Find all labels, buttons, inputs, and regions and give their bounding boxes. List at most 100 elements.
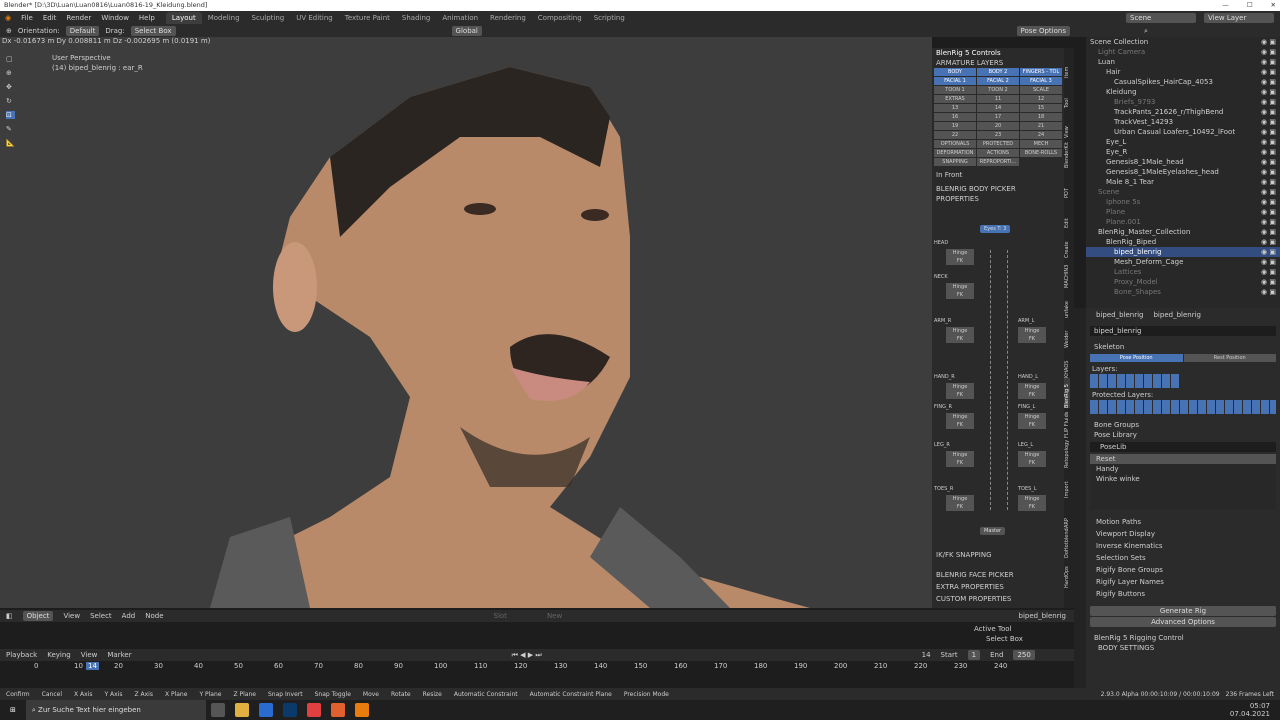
annotate-icon[interactable]: ✎ bbox=[6, 125, 15, 133]
picker-hinge-button[interactable]: Hinge bbox=[946, 283, 974, 291]
outliner-item[interactable]: Hair ◉ ▣ bbox=[1086, 67, 1280, 77]
workspace-tab-compositing[interactable]: Compositing bbox=[532, 12, 588, 24]
armature-layer-button[interactable]: ACTIONS bbox=[977, 149, 1019, 157]
visibility-eye-icon[interactable]: ◉ ▣ bbox=[1261, 58, 1280, 66]
outliner-item[interactable]: Bone_Shapes ◉ ▣ bbox=[1086, 287, 1280, 297]
picker-hinge-button[interactable]: Hinge bbox=[1018, 413, 1046, 421]
visibility-eye-icon[interactable]: ◉ ▣ bbox=[1261, 68, 1280, 76]
workspace-tab-texture-paint[interactable]: Texture Paint bbox=[339, 12, 396, 24]
armature-layer-button[interactable]: 15 bbox=[1020, 104, 1062, 112]
select-menu[interactable]: Select bbox=[90, 612, 112, 620]
armature-layer-button[interactable]: 16 bbox=[934, 113, 976, 121]
side-tab[interactable]: Import bbox=[1064, 468, 1070, 498]
picker-fk-button[interactable]: FK bbox=[1018, 503, 1046, 511]
bone-groups-section[interactable]: Bone Groups bbox=[1086, 420, 1280, 430]
visibility-eye-icon[interactable]: ◉ ▣ bbox=[1261, 118, 1280, 126]
playback-menu[interactable]: Playback bbox=[6, 651, 37, 659]
pose-position-button[interactable]: Pose Position bbox=[1090, 354, 1183, 362]
marker-menu[interactable]: Marker bbox=[107, 651, 131, 659]
picker-hinge-button[interactable]: Hinge bbox=[946, 413, 974, 421]
armature-layer-button[interactable]: 23 bbox=[977, 131, 1019, 139]
visibility-eye-icon[interactable]: ◉ ▣ bbox=[1261, 148, 1280, 156]
current-frame[interactable]: 14 bbox=[922, 651, 931, 659]
add-menu[interactable]: Add bbox=[122, 612, 136, 620]
outliner-item[interactable]: TrackVest_14293 ◉ ▣ bbox=[1086, 117, 1280, 127]
file-explorer-icon[interactable] bbox=[234, 703, 249, 717]
armature-layer-button[interactable]: 14 bbox=[977, 104, 1019, 112]
object-dropdown[interactable]: Object bbox=[22, 611, 54, 621]
body-settings-section[interactable]: BODY SETTINGS bbox=[1086, 643, 1280, 653]
pose-library-section[interactable]: Pose Library bbox=[1086, 430, 1280, 440]
armature-layer-button[interactable]: SCALE bbox=[1020, 86, 1062, 94]
armature-layer-button[interactable]: FINGERS - TOL bbox=[1020, 68, 1062, 76]
picker-hinge-button[interactable]: Hinge bbox=[946, 495, 974, 503]
body-picker[interactable]: HEAD Hinge FK NECK Hinge FK ARM_R Hinge FK ARM_L H… bbox=[932, 240, 1064, 550]
visibility-eye-icon[interactable]: ◉ ▣ bbox=[1261, 178, 1280, 186]
cursor-icon[interactable]: ⊕ bbox=[6, 69, 15, 77]
visibility-eye-icon[interactable]: ◉ ▣ bbox=[1261, 138, 1280, 146]
transform-orientation[interactable]: Global bbox=[451, 26, 482, 36]
outliner-item[interactable]: Eye_R ◉ ▣ bbox=[1086, 147, 1280, 157]
blender-logo-icon[interactable]: ◉ bbox=[0, 14, 16, 22]
visibility-eye-icon[interactable]: ◉ ▣ bbox=[1261, 278, 1280, 286]
armature-layer-button[interactable]: 13 bbox=[934, 104, 976, 112]
side-tab[interactable]: Edit bbox=[1064, 198, 1070, 228]
armature-name-field[interactable]: biped_blenrig bbox=[1090, 326, 1276, 336]
rest-position-button[interactable]: Rest Position bbox=[1183, 354, 1276, 362]
select-box-icon[interactable]: ▢ bbox=[6, 55, 15, 63]
visibility-eye-icon[interactable]: ◉ ▣ bbox=[1261, 88, 1280, 96]
properties-checkbox[interactable]: PROPERTIES bbox=[932, 194, 1064, 204]
visibility-eye-icon[interactable]: ◉ ▣ bbox=[1261, 198, 1280, 206]
view-layer-selector[interactable]: View Layer bbox=[1204, 13, 1274, 23]
outliner-item[interactable]: CasualSpikes_HairCap_4053 ◉ ▣ bbox=[1086, 77, 1280, 87]
start-frame[interactable]: 1 bbox=[967, 650, 981, 660]
workspace-tab-sculpting[interactable]: Sculpting bbox=[246, 12, 291, 24]
armature-layer-button[interactable]: 12 bbox=[1020, 95, 1062, 103]
visibility-eye-icon[interactable]: ◉ ▣ bbox=[1261, 188, 1280, 196]
side-tab[interactable]: HardOps bbox=[1064, 558, 1070, 588]
scale-icon[interactable]: ⊡ bbox=[6, 111, 15, 119]
windows-start-icon[interactable]: ⊞ bbox=[10, 706, 16, 714]
measure-icon[interactable]: 📐 bbox=[6, 139, 15, 147]
new-button[interactable]: New bbox=[547, 612, 562, 620]
outliner-item[interactable]: Male 8_1 Tear ◉ ▣ bbox=[1086, 177, 1280, 187]
outliner-item[interactable]: biped_blenrig ◉ ▣ bbox=[1086, 247, 1280, 257]
task-view-icon[interactable] bbox=[210, 703, 225, 717]
properties-section[interactable]: Motion Paths bbox=[1086, 516, 1280, 528]
editor-type-icon[interactable]: ◧ bbox=[6, 612, 13, 620]
picker-fk-button[interactable]: FK bbox=[1018, 459, 1046, 467]
armature-layer-button[interactable]: FACIAL 1 bbox=[934, 77, 976, 85]
picker-hinge-button[interactable]: Hinge bbox=[1018, 495, 1046, 503]
outliner-item[interactable]: Iphone 5s ◉ ▣ bbox=[1086, 197, 1280, 207]
armature-layer-button[interactable]: FACIAL 2 bbox=[977, 77, 1019, 85]
outliner-item[interactable]: Plane ◉ ▣ bbox=[1086, 207, 1280, 217]
menu-window[interactable]: Window bbox=[96, 14, 134, 22]
armature-layer-button[interactable]: REPROPORTI... bbox=[977, 158, 1019, 166]
armature-layer-button[interactable]: 11 bbox=[977, 95, 1019, 103]
visibility-eye-icon[interactable]: ◉ ▣ bbox=[1261, 208, 1280, 216]
outliner-item[interactable]: Scene ◉ ▣ bbox=[1086, 187, 1280, 197]
ikfk-snapping[interactable]: IK/FK SNAPPING bbox=[936, 551, 992, 559]
end-frame[interactable]: 250 bbox=[1013, 650, 1035, 660]
armature-layer-button[interactable]: BODY bbox=[934, 68, 976, 76]
menu-help[interactable]: Help bbox=[134, 14, 160, 22]
armature-layer-button[interactable]: 24 bbox=[1020, 131, 1062, 139]
outliner-item[interactable]: Luan ◉ ▣ bbox=[1086, 57, 1280, 67]
pose-item[interactable]: Reset bbox=[1090, 454, 1276, 464]
visibility-eye-icon[interactable]: ◉ ▣ bbox=[1261, 78, 1280, 86]
chrome-icon[interactable] bbox=[306, 703, 321, 717]
workspace-tab-scripting[interactable]: Scripting bbox=[588, 12, 631, 24]
picker-fk-button[interactable]: FK bbox=[1018, 391, 1046, 399]
side-tab[interactable]: Retopology bbox=[1064, 438, 1070, 468]
picker-hinge-button[interactable]: Hinge bbox=[946, 451, 974, 459]
picker-hinge-button[interactable]: Hinge bbox=[946, 327, 974, 335]
visibility-eye-icon[interactable]: ◉ ▣ bbox=[1261, 218, 1280, 226]
node-menu[interactable]: Node bbox=[145, 612, 163, 620]
picker-fk-button[interactable]: FK bbox=[946, 335, 974, 343]
edge-icon[interactable] bbox=[258, 703, 273, 717]
orientation-dropdown[interactable]: Default bbox=[65, 26, 100, 36]
outliner-item[interactable]: Eye_L ◉ ▣ bbox=[1086, 137, 1280, 147]
pose-list[interactable]: Reset Handy Winke winke bbox=[1090, 454, 1276, 510]
armature-layer-button[interactable]: BONE-ROLLS bbox=[1020, 149, 1062, 157]
picker-fk-button[interactable]: FK bbox=[946, 257, 974, 265]
